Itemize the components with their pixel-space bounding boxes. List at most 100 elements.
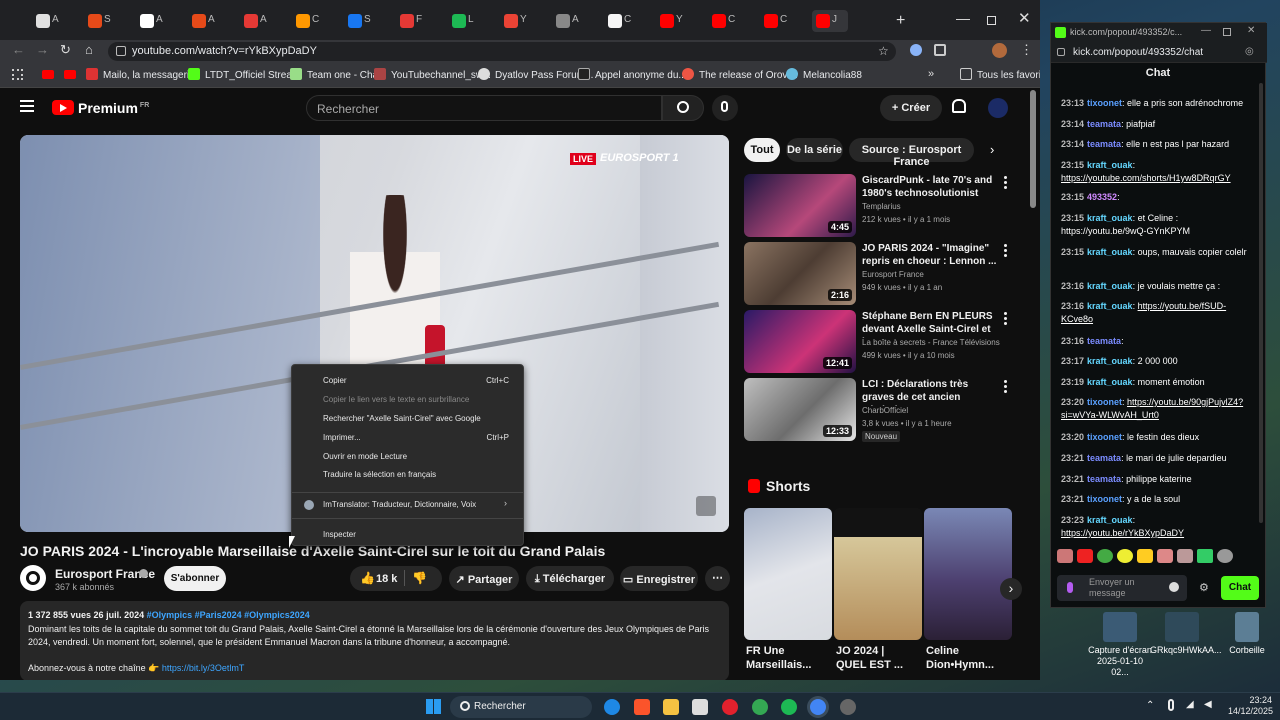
- bookmark-appel-anonyme[interactable]: Appel anonyme du...: [578, 68, 687, 81]
- chip-series[interactable]: De la série: [786, 138, 843, 162]
- youtube-bookmark-icon[interactable]: [64, 70, 76, 79]
- chat-username[interactable]: tixoonet: [1087, 397, 1122, 407]
- bookmark-mailo[interactable]: Mailo, la messageri...: [86, 68, 197, 81]
- apps-grid-icon[interactable]: [12, 69, 23, 80]
- create-button[interactable]: + Créer: [880, 95, 942, 121]
- browser-tab[interactable]: L: [448, 10, 474, 32]
- chevron-right-icon[interactable]: ›: [990, 142, 994, 157]
- chat-message-input[interactable]: Envoyer un message: [1057, 575, 1187, 601]
- menu-kebab-icon[interactable]: ⋮: [1020, 42, 1033, 58]
- bookmark-orovi[interactable]: The release of Orovi...: [682, 68, 798, 81]
- chip-source[interactable]: Source : Eurosport France: [849, 138, 974, 168]
- opera-icon[interactable]: [722, 699, 738, 715]
- bookmark-star-icon[interactable]: ☆: [878, 44, 889, 58]
- browser-tab[interactable]: C: [292, 10, 319, 32]
- short-title-3[interactable]: Celine Dion•Hymn...: [926, 644, 996, 672]
- more-options-icon[interactable]: [1004, 380, 1008, 394]
- context-menu-item[interactable]: Ouvrir en mode Lecture: [292, 448, 523, 466]
- kick-maximize-button[interactable]: [1223, 28, 1231, 36]
- browser-tab[interactable]: A: [188, 10, 215, 32]
- bookmark-youtubechannel[interactable]: YouTubechannel_sw...: [374, 68, 491, 81]
- hamburger-menu-icon[interactable]: [20, 100, 34, 112]
- eye-off-icon[interactable]: ◎: [1245, 46, 1254, 57]
- short-title-1[interactable]: FR Une Marseillais...: [746, 644, 816, 672]
- chat-username[interactable]: kraft_ouak: [1087, 377, 1133, 387]
- back-icon[interactable]: ←: [12, 42, 25, 57]
- related-video-channel[interactable]: Templarius: [862, 202, 901, 211]
- video-thumbnail[interactable]: 12:33: [744, 378, 856, 441]
- bookmark-ltdt[interactable]: LTDT_Officiel Strea...: [188, 68, 300, 81]
- subscribe-button[interactable]: S'abonner: [164, 566, 226, 591]
- chat-link[interactable]: https://youtu.be/fSUD-KCve8o: [1061, 301, 1226, 324]
- close-window-button[interactable]: ✕: [1018, 9, 1031, 27]
- system-clock[interactable]: 23:24 14/12/2025: [1228, 695, 1273, 717]
- short-thumbnail-1[interactable]: [744, 508, 832, 640]
- voice-search-button[interactable]: [712, 95, 738, 121]
- microphone-icon[interactable]: [1168, 699, 1174, 711]
- youtube-bookmark-icon[interactable]: [42, 70, 54, 79]
- file-explorer-icon[interactable]: [663, 699, 679, 715]
- settings-gear-icon[interactable]: ⚙: [1199, 581, 1209, 594]
- browser-tab[interactable]: C: [604, 10, 631, 32]
- start-button-icon[interactable]: [426, 699, 441, 714]
- short-thumbnail-3[interactable]: [924, 508, 1012, 640]
- bookmark-all-favorites[interactable]: Tous les favoris: [960, 68, 1040, 81]
- browser-tab[interactable]: A: [32, 10, 59, 32]
- chat-username[interactable]: tixoonet: [1087, 494, 1122, 504]
- new-tab-button[interactable]: +: [896, 12, 905, 30]
- like-icon[interactable]: 👍: [360, 571, 375, 585]
- video-thumbnail[interactable]: 12:41: [744, 310, 856, 373]
- brave-icon[interactable]: [634, 699, 650, 715]
- chat-username[interactable]: tixoonet: [1087, 98, 1122, 108]
- dislike-icon[interactable]: 👎: [412, 571, 427, 585]
- network-icon[interactable]: ◢: [1186, 699, 1194, 710]
- youtube-premium-logo[interactable]: Premium FR: [52, 100, 149, 116]
- related-video-card[interactable]: 12:41 Stéphane Bern EN PLEURS devant Axel…: [744, 310, 1016, 376]
- forward-icon[interactable]: →: [36, 42, 49, 57]
- more-actions-button[interactable]: ⋯: [705, 566, 730, 591]
- chrome-active-icon[interactable]: [810, 699, 826, 715]
- related-video-title[interactable]: Stéphane Bern EN PLEURS devant Axelle Sa…: [862, 310, 998, 338]
- profile-avatar[interactable]: [992, 43, 1007, 58]
- description-box[interactable]: 1 372 855 vues 26 juil. 2024 #Olympics #…: [20, 601, 729, 680]
- browser-tab[interactable]: S: [344, 10, 371, 32]
- chat-username[interactable]: teamata: [1087, 453, 1121, 463]
- notifications-bell-icon[interactable]: [952, 99, 966, 113]
- microphone-icon[interactable]: [1067, 582, 1073, 593]
- more-options-icon[interactable]: [1004, 312, 1008, 326]
- browser-tab[interactable]: F: [396, 10, 422, 32]
- kick-minimize-button[interactable]: —: [1201, 25, 1211, 36]
- site-info-icon[interactable]: [1057, 48, 1065, 56]
- more-bookmarks-icon[interactable]: »: [928, 68, 934, 80]
- context-menu-item[interactable]: Inspecter: [292, 526, 523, 544]
- search-button[interactable]: [662, 95, 704, 121]
- download-button[interactable]: ⤓ Télécharger: [526, 566, 614, 591]
- related-video-title[interactable]: GiscardPunk - late 70's and 1980's techn…: [862, 174, 998, 202]
- related-video-channel[interactable]: Eurosport France: [862, 270, 924, 279]
- shorts-next-button[interactable]: ›: [1000, 578, 1022, 600]
- emote-strip[interactable]: [1057, 549, 1257, 567]
- chat-username[interactable]: kraft_ouak: [1087, 281, 1133, 291]
- context-menu-item[interactable]: Imprimer... Ctrl+P: [292, 429, 523, 447]
- related-video-channel[interactable]: La boîte à secrets - France Télévisions: [862, 338, 1000, 347]
- chat-username[interactable]: kraft_ouak: [1087, 515, 1133, 525]
- chat-username[interactable]: kraft_ouak: [1087, 247, 1133, 257]
- context-menu-item[interactable]: Traduire la sélection en français: [292, 466, 523, 484]
- video-thumbnail[interactable]: 4:45: [744, 174, 856, 237]
- minimize-button[interactable]: —: [956, 10, 970, 26]
- chat-username[interactable]: tixoonet: [1087, 432, 1122, 442]
- browser-tab[interactable]: A: [240, 10, 267, 32]
- browser-tab[interactable]: C: [760, 10, 787, 32]
- chat-link[interactable]: https://youtu.be/rYkBXypDaDY: [1061, 528, 1184, 538]
- more-options-icon[interactable]: [1004, 176, 1008, 190]
- chip-all[interactable]: Tout: [744, 138, 780, 162]
- chat-scrollbar[interactable]: [1259, 83, 1263, 523]
- related-video-card[interactable]: 2:16 JO PARIS 2024 - "Imagine" repris en …: [744, 242, 1016, 308]
- account-avatar[interactable]: [988, 98, 1008, 118]
- show-hidden-icons[interactable]: ⌃: [1146, 700, 1154, 711]
- subscribe-link[interactable]: https://bit.ly/3OetlmT: [162, 663, 245, 673]
- browser-tab[interactable]: A: [136, 10, 163, 32]
- chat-link[interactable]: https://youtube.com/shorts/H1yw8DRqrGY: [1061, 173, 1231, 183]
- maximize-button[interactable]: [987, 16, 996, 25]
- bookmark-team-one[interactable]: Team one - Chat: [290, 68, 381, 81]
